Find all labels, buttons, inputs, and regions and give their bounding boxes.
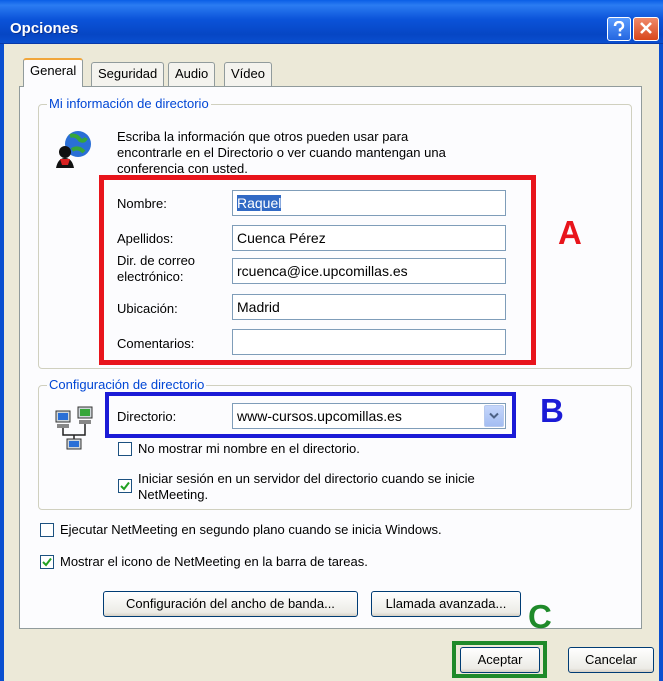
- directory-intro-line3: conferencia con usted.: [117, 161, 248, 173]
- annotation-box-b: [105, 392, 516, 438]
- network-computers-icon: [55, 406, 93, 450]
- taskbar-icon-checkbox[interactable]: [40, 555, 54, 569]
- hide-name-label: No mostrar mi nombre en el directorio.: [138, 441, 360, 456]
- annotation-box-a: [99, 175, 536, 365]
- window-frame-right: [659, 44, 663, 681]
- tab-audio[interactable]: Audio: [168, 62, 216, 86]
- advanced-call-button[interactable]: Llamada avanzada...: [371, 591, 521, 617]
- close-button[interactable]: [633, 17, 659, 41]
- annotation-box-c: [452, 641, 547, 678]
- checkmark-icon: [120, 481, 130, 491]
- tab-general[interactable]: General: [23, 58, 84, 87]
- background-run-checkbox[interactable]: [40, 523, 54, 537]
- directory-config-legend: Configuración de directorio: [47, 377, 207, 392]
- window-frame-left: [0, 44, 4, 681]
- login-checkbox[interactable]: [118, 479, 132, 493]
- directory-intro-line1: Escriba la información que otros pueden …: [117, 129, 409, 144]
- cancel-button[interactable]: Cancelar: [568, 647, 654, 673]
- checkmark-icon: [42, 557, 52, 567]
- hide-name-checkbox[interactable]: [118, 442, 132, 456]
- bandwidth-button[interactable]: Configuración del ancho de banda...: [103, 591, 358, 617]
- annotation-letter-b: B: [540, 392, 564, 429]
- login-label-line2: NetMeeting.: [138, 487, 209, 502]
- background-run-label: Ejecutar NetMeeting en segundo plano cua…: [60, 522, 442, 537]
- tab-seguridad[interactable]: Seguridad: [91, 62, 165, 86]
- directory-intro-line2: encontrarle en el Directorio o ver cuand…: [117, 145, 446, 160]
- taskbar-icon-label: Mostrar el icono de NetMeeting en la bar…: [60, 554, 368, 569]
- annotation-letter-a: A: [558, 214, 582, 251]
- directory-info-legend: Mi información de directorio: [47, 96, 211, 111]
- tab-video[interactable]: Vídeo: [224, 62, 272, 86]
- help-button[interactable]: [607, 17, 631, 41]
- close-icon: [640, 22, 652, 34]
- window-title: Opciones: [10, 20, 79, 37]
- help-icon: [613, 21, 625, 37]
- annotation-letter-c: C: [528, 598, 552, 635]
- login-label-line1: Iniciar sesión en un servidor del direct…: [138, 471, 475, 486]
- directory-globe-icon: [56, 131, 91, 168]
- title-bar[interactable]: Opciones: [0, 0, 663, 44]
